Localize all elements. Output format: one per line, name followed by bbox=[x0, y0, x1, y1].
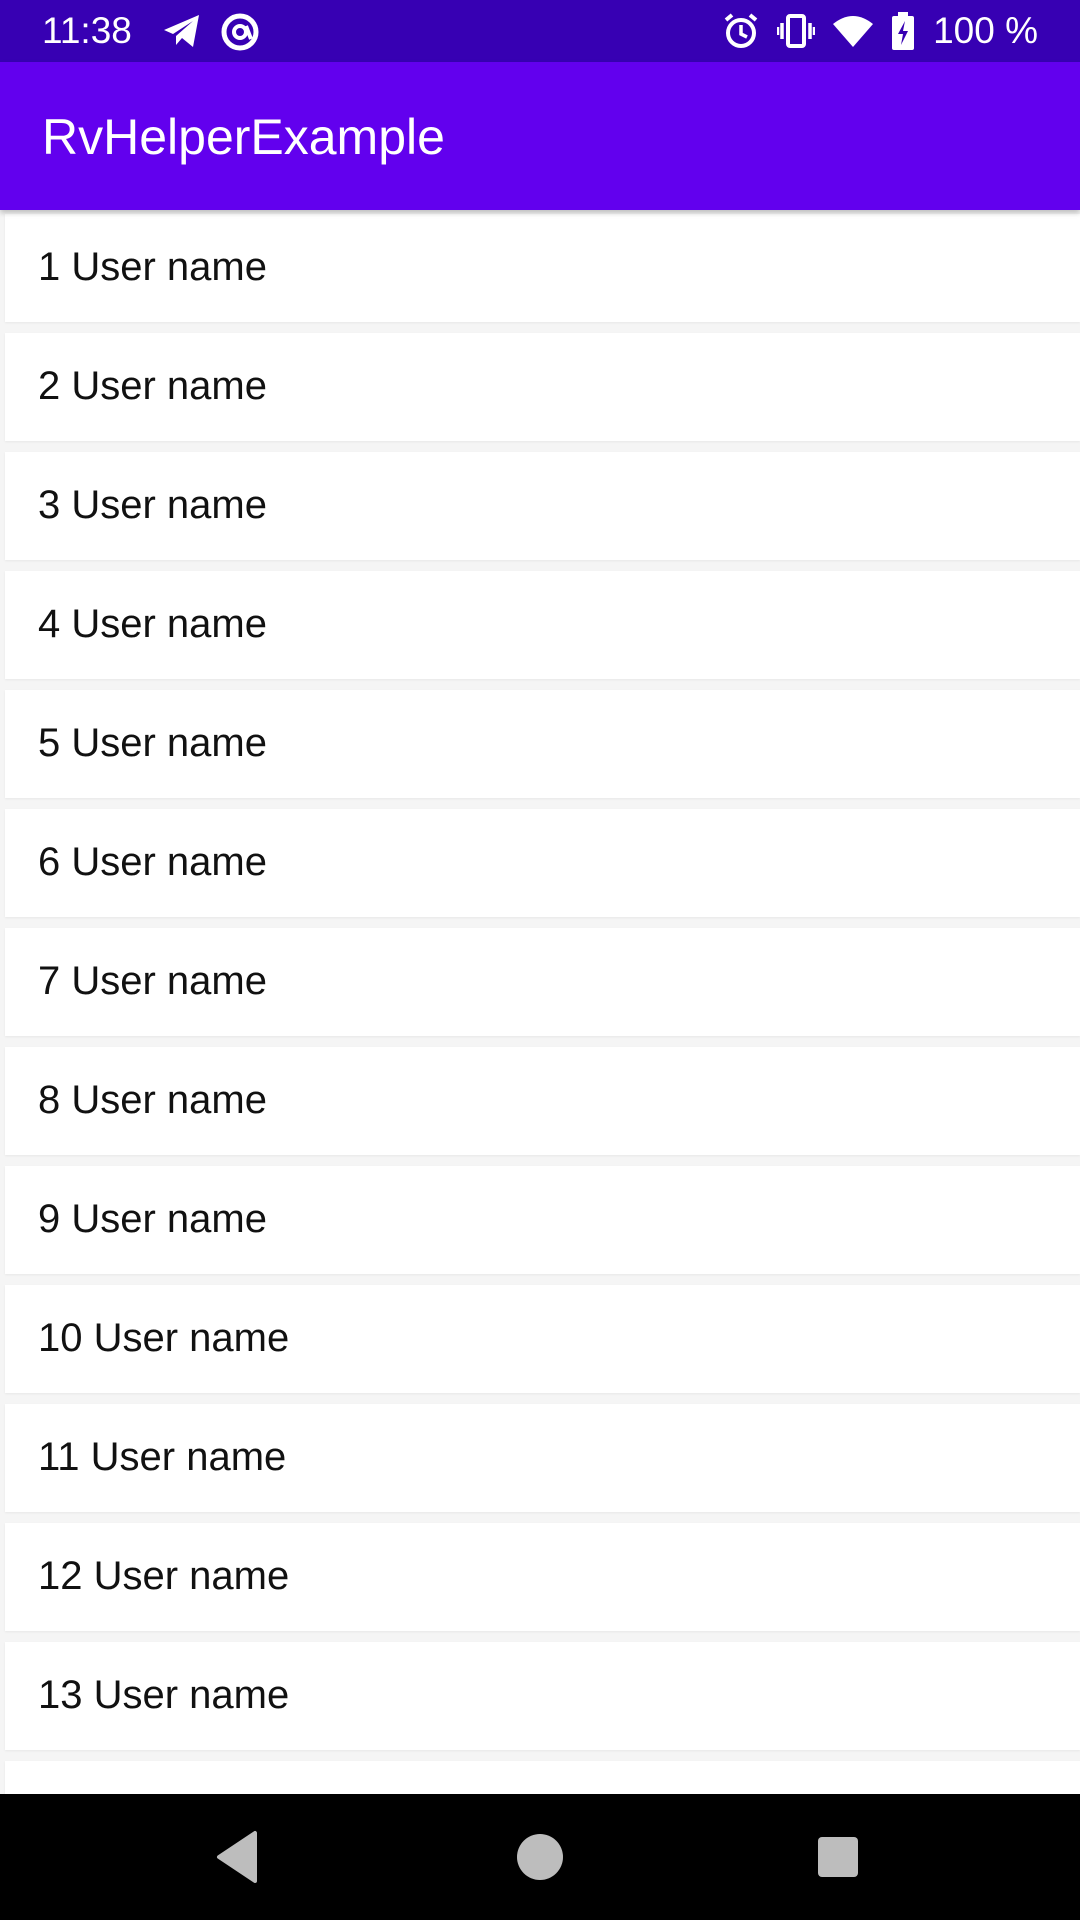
battery-charging-icon bbox=[891, 12, 915, 50]
recents-button[interactable] bbox=[805, 1824, 871, 1890]
vibrate-icon bbox=[777, 13, 816, 49]
status-bar: 11:38 100 % bbox=[0, 0, 1080, 62]
user-name-label: 3 User name bbox=[38, 483, 267, 527]
list-item[interactable]: 1 User name bbox=[5, 214, 1080, 322]
list-item[interactable]: 3 User name bbox=[5, 452, 1080, 560]
alarm-icon bbox=[723, 12, 759, 50]
app-bar: RvHelperExample bbox=[0, 62, 1080, 210]
user-name-label: 8 User name bbox=[38, 1078, 267, 1122]
user-name-label: 10 User name bbox=[38, 1316, 290, 1360]
at-sign-icon bbox=[220, 12, 260, 52]
home-button[interactable] bbox=[507, 1824, 573, 1890]
list-item[interactable]: 10 User name bbox=[5, 1285, 1080, 1393]
list-item[interactable]: 6 User name bbox=[5, 809, 1080, 917]
back-icon bbox=[205, 1824, 271, 1890]
list-item[interactable]: 4 User name bbox=[5, 571, 1080, 679]
list-item[interactable]: 5 User name bbox=[5, 690, 1080, 798]
status-right: 100 % bbox=[723, 10, 1038, 52]
list-item[interactable]: 7 User name bbox=[5, 928, 1080, 1036]
list-item[interactable]: 8 User name bbox=[5, 1047, 1080, 1155]
home-icon bbox=[507, 1824, 573, 1890]
app-title: RvHelperExample bbox=[42, 109, 445, 165]
status-time: 11:38 bbox=[42, 10, 132, 51]
user-name-label: 5 User name bbox=[38, 721, 267, 765]
navigation-bar bbox=[0, 1794, 1080, 1920]
telegram-icon bbox=[162, 12, 202, 52]
user-name-label: 4 User name bbox=[38, 602, 267, 646]
user-name-label: 9 User name bbox=[38, 1197, 267, 1241]
battery-percentage: 100 % bbox=[933, 10, 1038, 51]
status-left-icons bbox=[162, 12, 260, 52]
user-list[interactable]: 1 User name 2 User name 3 User name 4 Us… bbox=[0, 214, 1080, 1794]
list-item[interactable]: 11 User name bbox=[5, 1404, 1080, 1512]
list-item[interactable]: 2 User name bbox=[5, 333, 1080, 441]
user-name-label: 6 User name bbox=[38, 840, 267, 884]
back-button[interactable] bbox=[205, 1824, 271, 1890]
list-item[interactable]: 9 User name bbox=[5, 1166, 1080, 1274]
user-name-label: 1 User name bbox=[38, 245, 267, 289]
user-name-label: 12 User name bbox=[38, 1554, 290, 1598]
recents-icon bbox=[805, 1824, 871, 1890]
list-item[interactable]: 13 User name bbox=[5, 1642, 1080, 1750]
list-item[interactable]: 12 User name bbox=[5, 1523, 1080, 1631]
user-name-label: 13 User name bbox=[38, 1673, 290, 1717]
user-name-label: 2 User name bbox=[38, 364, 267, 408]
user-name-label: 7 User name bbox=[38, 959, 267, 1003]
wifi-icon bbox=[833, 14, 874, 48]
screen: 11:38 100 % RvHelperExample 1 User name … bbox=[0, 0, 1080, 1920]
list-item[interactable] bbox=[5, 1761, 1080, 1794]
user-name-label: 11 User name bbox=[38, 1435, 287, 1479]
